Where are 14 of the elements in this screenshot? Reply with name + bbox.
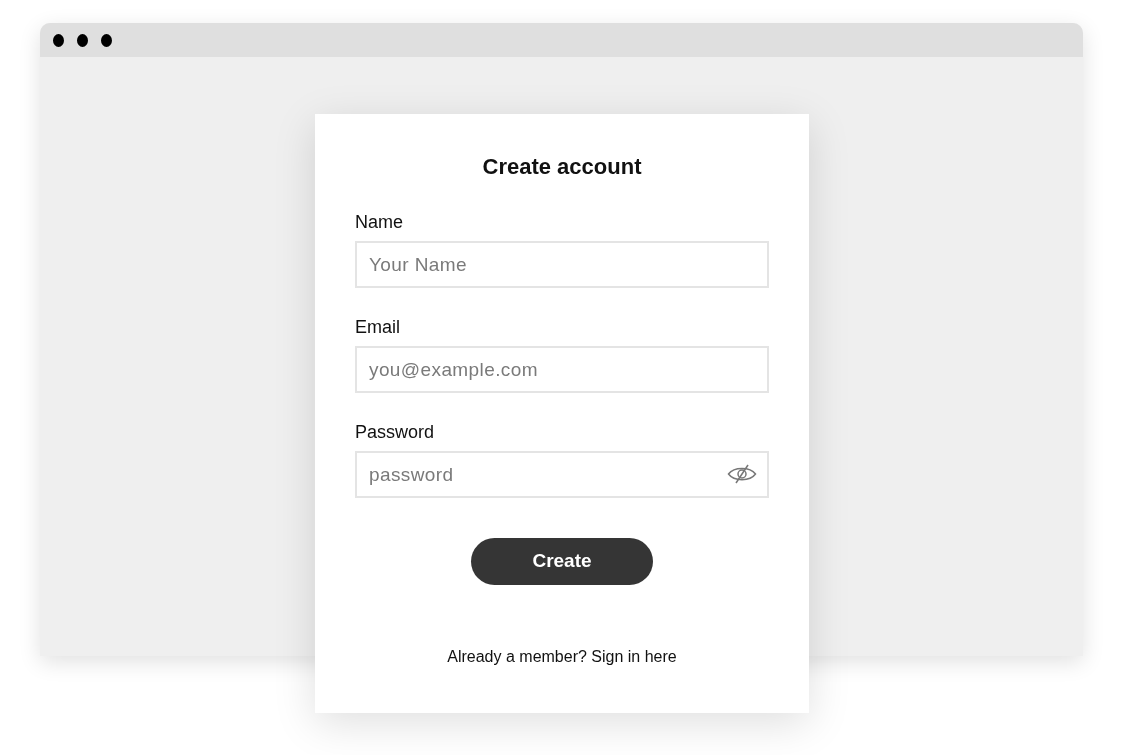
create-button[interactable]: Create	[471, 538, 653, 585]
window-dot-icon	[77, 33, 88, 47]
field-label: Name	[355, 211, 403, 233]
eye-slash-icon[interactable]	[727, 464, 757, 484]
window-dot-icon	[101, 33, 112, 47]
password-field[interactable]: password	[355, 451, 769, 498]
email-field[interactable]: you@example.com	[355, 346, 769, 393]
window-dot-icon	[53, 33, 64, 47]
field-label: Email	[355, 316, 400, 338]
name-field[interactable]: Your Name	[355, 241, 769, 288]
field-label: Password	[355, 421, 435, 443]
signin-link[interactable]: Sign in here	[591, 648, 677, 665]
signin-prompt: Already a member? Sign in here	[447, 647, 677, 667]
form-title: Create account	[481, 154, 643, 180]
